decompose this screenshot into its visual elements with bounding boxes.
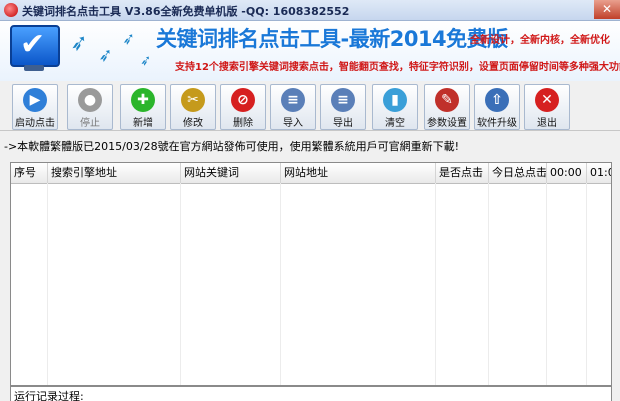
banner: ✔ ➶ ➶ ➶ ➶ 关键词排名点击工具-最新2014免费版 全新设计，全新内核，… — [0, 21, 620, 81]
app-icon — [4, 3, 18, 17]
banner-subtitle: 支持12个搜索引擎关键词搜索点击，智能翻页查找，特征字符识别，设置页面停留时间等… — [175, 62, 620, 73]
stop-button[interactable]: ● 停止 — [67, 84, 113, 130]
bird-icon: ➶ — [120, 27, 137, 50]
plus-icon: ✚ — [131, 88, 155, 112]
scissors-icon: ✂ — [181, 88, 205, 112]
title-bar: 关键词排名点击工具 V3.86全新免费单机版 -QQ: 1608382552 ✕ — [0, 0, 620, 21]
bird-icon: ➶ — [96, 43, 115, 68]
monitor-check-icon: ✔ — [10, 25, 60, 67]
column-divider — [488, 183, 489, 385]
export-button[interactable]: ≡ 导出 — [320, 84, 366, 130]
import-button[interactable]: ≡ 导入 — [270, 84, 316, 130]
column-divider — [586, 183, 587, 385]
exit-icon: ✕ — [535, 88, 559, 112]
log-label: 运行记录过程: — [14, 390, 84, 401]
column-divider — [180, 183, 181, 385]
column-divider — [435, 183, 436, 385]
edit-button[interactable]: ✂ 修改 — [170, 84, 216, 130]
banner-tagline: 全新设计，全新内核，全新优化 — [470, 35, 610, 46]
bird-icon: ➶ — [138, 52, 154, 70]
stop-icon: ● — [78, 88, 102, 112]
column-header-url[interactable]: 网站地址 — [281, 163, 436, 183]
column-header-today-total[interactable]: 今日总点击 — [489, 163, 547, 183]
log-panel[interactable]: 运行记录过程: — [10, 386, 612, 401]
exit-button[interactable]: ✕ 退出 — [524, 84, 570, 130]
play-icon: ▶ — [23, 88, 47, 112]
start-click-button[interactable]: ▶ 启动点击 — [12, 84, 58, 130]
column-header-keyword[interactable]: 网站关键词 — [181, 163, 281, 183]
column-header-hour-01[interactable]: 01:00 — [587, 163, 611, 183]
column-header-hour-00[interactable]: 00:00 — [547, 163, 587, 183]
upgrade-button[interactable]: ⇧ 软件升级 — [474, 84, 520, 130]
database-import-icon: ≡ — [281, 88, 305, 112]
wrench-icon: ✎ — [435, 88, 459, 112]
banner-title: 关键词排名点击工具-最新2014免费版 — [156, 27, 508, 51]
task-grid[interactable]: 序号 搜索引擎地址 网站关键词 网站地址 是否点击 今日总点击 00:00 01… — [10, 162, 612, 386]
column-divider — [546, 183, 547, 385]
bird-icon: ➶ — [67, 29, 91, 58]
close-button[interactable]: ✕ — [594, 0, 620, 19]
clear-button[interactable]: ▮ 清空 — [372, 84, 418, 130]
upgrade-icon: ⇧ — [485, 88, 509, 112]
monitor-stand — [24, 65, 44, 71]
notice-text: ->本軟體繁體版已2015/03/28號在官方網站發佈可使用，使用繁體系統用戶可… — [4, 140, 459, 152]
column-divider — [47, 183, 48, 385]
column-divider — [280, 183, 281, 385]
grid-header: 序号 搜索引擎地址 网站关键词 网站地址 是否点击 今日总点击 00:00 01… — [11, 163, 611, 184]
column-header-index[interactable]: 序号 — [11, 163, 48, 183]
toolbar: ▶ 启动点击 ● 停止 ✚ 新增 ✂ 修改 ⊘ 删除 ≡ 导入 ≡ 导出 ▮ 清… — [0, 82, 620, 131]
no-entry-icon: ⊘ — [231, 88, 255, 112]
trash-icon: ▮ — [383, 88, 407, 112]
window-title: 关键词排名点击工具 V3.86全新免费单机版 -QQ: 1608382552 — [22, 5, 350, 18]
database-export-icon: ≡ — [331, 88, 355, 112]
delete-button[interactable]: ⊘ 删除 — [220, 84, 266, 130]
settings-button[interactable]: ✎ 参数设置 — [424, 84, 470, 130]
column-header-click-flag[interactable]: 是否点击 — [436, 163, 489, 183]
column-header-engine[interactable]: 搜索引擎地址 — [48, 163, 181, 183]
add-button[interactable]: ✚ 新增 — [120, 84, 166, 130]
